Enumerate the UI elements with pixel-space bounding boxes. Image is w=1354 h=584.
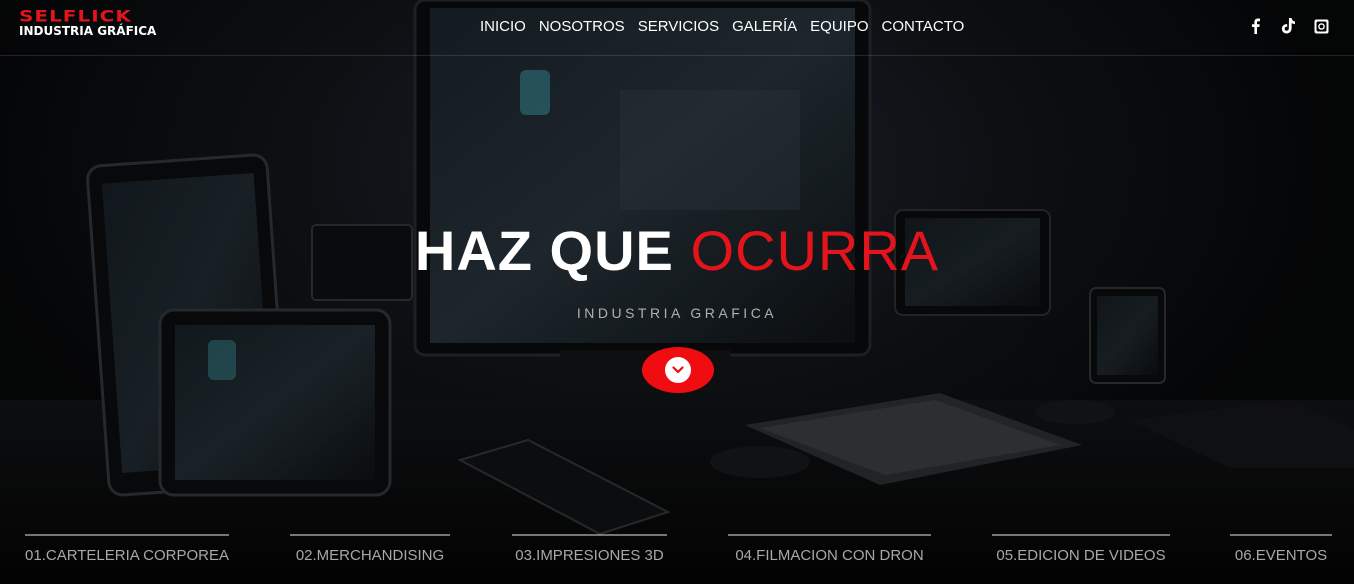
hero-title-red: OCURRA bbox=[690, 219, 940, 282]
service-carteleria[interactable]: 01.CARTELERIA CORPOREA bbox=[25, 534, 229, 564]
nav-item-equipo[interactable]: EQUIPO bbox=[810, 18, 868, 35]
social-links bbox=[1247, 18, 1329, 34]
hero-title-white: HAZ QUE bbox=[414, 219, 674, 282]
nav-item-inicio[interactable]: INICIO bbox=[480, 18, 526, 35]
tiktok-icon[interactable] bbox=[1280, 18, 1296, 34]
service-eventos[interactable]: 06.EVENTOS bbox=[1230, 534, 1332, 564]
logo-tagline: INDUSTRIA GRÁFICA bbox=[19, 24, 157, 38]
chevron-down-icon bbox=[665, 357, 691, 383]
nav-item-contacto[interactable]: CONTACTO bbox=[882, 18, 965, 35]
hero-subtitle: INDUSTRIA GRAFICA bbox=[576, 305, 778, 321]
service-edicion-videos[interactable]: 05.EDICION DE VIDEOS bbox=[992, 534, 1170, 564]
logo[interactable]: SELFLICK INDUSTRIA GRÁFICA bbox=[19, 8, 156, 37]
logo-brand-name: SELFLICK bbox=[19, 6, 132, 26]
service-impresiones-3d[interactable]: 03.IMPRESIONES 3D bbox=[512, 534, 667, 564]
facebook-icon[interactable] bbox=[1247, 18, 1263, 34]
services-strip: 01.CARTELERIA CORPOREA 02.MERCHANDISING … bbox=[0, 534, 1354, 584]
page: SELFLICK INDUSTRIA GRÁFICA INICIO NOSOTR… bbox=[0, 0, 1354, 584]
hero-overlay bbox=[0, 0, 1354, 584]
nav-item-galeria[interactable]: GALERÍA bbox=[732, 18, 797, 35]
scroll-down-button[interactable] bbox=[642, 347, 714, 393]
main-nav: INICIO NOSOTROS SERVICIOS GALERÍA EQUIPO… bbox=[480, 18, 964, 35]
nav-item-nosotros[interactable]: NOSOTROS bbox=[539, 18, 625, 35]
nav-item-servicios[interactable]: SERVICIOS bbox=[638, 18, 719, 35]
service-filmacion-dron[interactable]: 04.FILMACION CON DRON bbox=[728, 534, 931, 564]
hero-title: HAZ QUE OCURRA bbox=[0, 218, 1354, 283]
instagram-icon[interactable] bbox=[1313, 18, 1329, 34]
site-header: SELFLICK INDUSTRIA GRÁFICA INICIO NOSOTR… bbox=[0, 0, 1354, 56]
service-merchandising[interactable]: 02.MERCHANDISING bbox=[290, 534, 450, 564]
